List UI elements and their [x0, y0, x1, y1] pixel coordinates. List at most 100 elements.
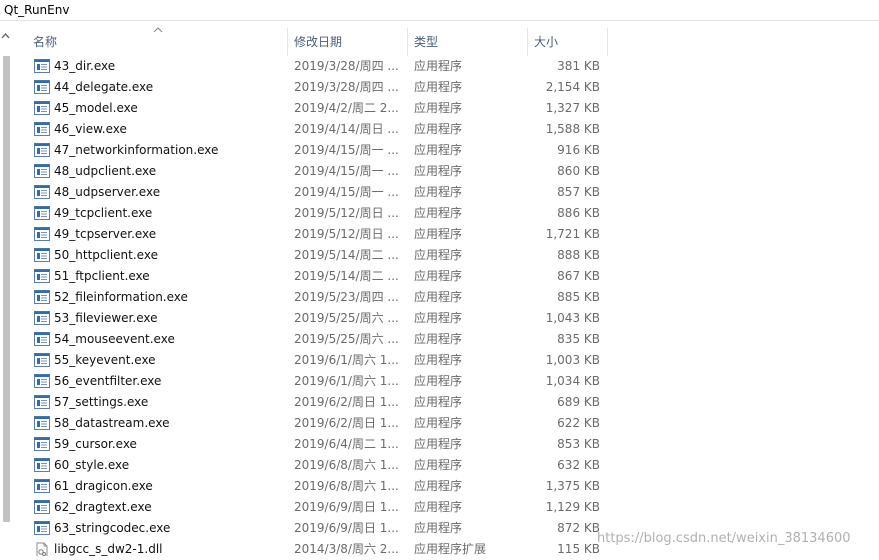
file-row[interactable]: 59_cursor.exe 2019/6/4/周二 1... 应用程序 853 KB [13, 434, 879, 455]
file-modified-date: 2019/6/2/周日 1... [294, 395, 399, 409]
file-row[interactable]: 49_tcpserver.exe 2019/5/12/周日 ... 应用程序 1,72… [13, 224, 879, 245]
file-name: 50_httpclient.exe [54, 248, 158, 262]
file-row[interactable]: 53_fileviewer.exe 2019/5/25/周六 ... 应用程序 1,0… [13, 308, 879, 329]
exe-icon [34, 353, 50, 367]
file-row[interactable]: 55_keyevent.exe 2019/6/1/周六 1... 应用程序 1,003… [13, 350, 879, 371]
file-type: 应用程序 [414, 521, 463, 535]
file-name: 55_keyevent.exe [54, 353, 156, 367]
file-modified-date: 2019/5/25/周六 ... [294, 311, 399, 325]
exe-icon [34, 416, 50, 430]
exe-icon [34, 248, 50, 262]
file-type: 应用程序 [414, 227, 463, 241]
exe-icon [34, 164, 50, 178]
file-type: 应用程序 [414, 206, 463, 220]
exe-icon [34, 185, 50, 199]
file-row[interactable]: 60_style.exe 2019/6/8/周六 1... 应用程序 632 KB [13, 455, 879, 476]
scrollbar-thumb[interactable] [3, 56, 10, 522]
file-row[interactable]: 48_udpclient.exe 2019/4/15/周一 ... 应用程序 860 … [13, 161, 879, 182]
file-type: 应用程序 [414, 416, 463, 430]
file-modified-date: 2019/3/28/周四 ... [294, 80, 399, 94]
exe-icon [34, 59, 50, 73]
file-row[interactable]: 62_dragtext.exe 2019/6/9/周日 1... 应用程序 1,129… [13, 497, 879, 518]
file-row[interactable]: 44_delegate.exe 2019/3/28/周四 ... 应用程序 2,154… [13, 77, 879, 98]
file-type: 应用程序 [414, 458, 463, 472]
file-name: 53_fileviewer.exe [54, 311, 158, 325]
file-modified-date: 2019/4/15/周一 ... [294, 185, 399, 199]
file-modified-date: 2019/6/9/周日 1... [294, 500, 399, 514]
file-row[interactable]: 52_fileinformation.exe 2019/5/23/周四 ... 应用… [13, 287, 879, 308]
vertical-scrollbar[interactable] [0, 22, 13, 559]
file-size: 1,327 KB [545, 101, 600, 115]
file-modified-date: 2019/5/12/周日 ... [294, 206, 399, 220]
file-size: 1,034 KB [545, 374, 600, 388]
exe-icon [34, 521, 50, 535]
exe-icon [34, 269, 50, 283]
file-type: 应用程序 [414, 185, 463, 199]
exe-icon [34, 80, 50, 94]
file-modified-date: 2019/6/1/周六 1... [294, 374, 399, 388]
file-modified-date: 2014/3/8/周六 2... [294, 542, 399, 556]
file-name: 61_dragicon.exe [54, 479, 153, 493]
file-row[interactable]: 54_mouseevent.exe 2019/5/25/周六 ... 应用程序 835… [13, 329, 879, 350]
file-modified-date: 2019/5/14/周二 ... [294, 269, 399, 283]
file-modified-date: 2019/6/2/周日 1... [294, 416, 399, 430]
file-type: 应用程序 [414, 332, 463, 346]
column-header-date[interactable]: 修改日期 [288, 28, 408, 56]
file-name: 51_ftpclient.exe [54, 269, 150, 283]
file-size: 888 KB [557, 248, 600, 262]
file-row[interactable]: 48_udpserver.exe 2019/4/15/周一 ... 应用程序 857 … [13, 182, 879, 203]
file-modified-date: 2019/3/28/周四 ... [294, 59, 399, 73]
exe-icon [34, 458, 50, 472]
file-row[interactable]: 49_tcpclient.exe 2019/5/12/周日 ... 应用程序 886 … [13, 203, 879, 224]
file-type: 应用程序 [414, 374, 463, 388]
exe-icon [34, 311, 50, 325]
file-modified-date: 2019/6/4/周二 1... [294, 437, 399, 451]
exe-icon [34, 479, 50, 493]
file-row[interactable]: 51_ftpclient.exe 2019/5/14/周二 ... 应用程序 867 … [13, 266, 879, 287]
scroll-up-arrow-icon[interactable] [1, 32, 10, 39]
file-name: 46_view.exe [54, 122, 127, 136]
file-size: 916 KB [557, 143, 600, 157]
file-row[interactable]: 56_eventfilter.exe 2019/6/1/周六 1... 应用程序 1,… [13, 371, 879, 392]
file-size: 1,721 KB [545, 227, 600, 241]
file-name: 63_stringcodec.exe [54, 521, 171, 535]
window-title: Qt_RunEnv [4, 3, 70, 17]
exe-icon [34, 500, 50, 514]
file-type: 应用程序 [414, 164, 463, 178]
file-size: 867 KB [557, 269, 600, 283]
file-row[interactable]: 46_view.exe 2019/4/14/周日 ... 应用程序 1,588 KB [13, 119, 879, 140]
file-size: 835 KB [557, 332, 600, 346]
column-header-size[interactable]: 大小 [528, 28, 608, 56]
file-size: 853 KB [557, 437, 600, 451]
file-name: 59_cursor.exe [54, 437, 137, 451]
file-row[interactable]: 61_dragicon.exe 2019/6/8/周六 1... 应用程序 1,375… [13, 476, 879, 497]
file-name: 60_style.exe [54, 458, 130, 472]
exe-icon [34, 374, 50, 388]
file-type: 应用程序 [414, 248, 463, 262]
file-size: 885 KB [557, 290, 600, 304]
exe-icon [34, 437, 50, 451]
file-type: 应用程序 [414, 500, 463, 514]
file-name: 49_tcpserver.exe [54, 227, 157, 241]
exe-icon [34, 143, 50, 157]
file-row[interactable]: 45_model.exe 2019/4/2/周二 2... 应用程序 1,327 KB [13, 98, 879, 119]
file-size: 381 KB [557, 59, 600, 73]
file-type: 应用程序 [414, 395, 463, 409]
file-modified-date: 2019/5/12/周日 ... [294, 227, 399, 241]
file-size: 1,043 KB [545, 311, 600, 325]
file-row[interactable]: 47_networkinformation.exe 2019/4/15/周一 ..… [13, 140, 879, 161]
file-type: 应用程序扩展 [414, 542, 487, 556]
file-type: 应用程序 [414, 59, 463, 73]
file-size: 857 KB [557, 185, 600, 199]
file-row[interactable]: 50_httpclient.exe 2019/5/14/周二 ... 应用程序 888… [13, 245, 879, 266]
file-modified-date: 2019/6/8/周六 1... [294, 458, 399, 472]
column-header-name[interactable]: 名称 [13, 28, 288, 56]
file-type: 应用程序 [414, 479, 463, 493]
column-header-type[interactable]: 类型 [408, 28, 528, 56]
exe-icon [34, 122, 50, 136]
file-row[interactable]: 58_datastream.exe 2019/6/2/周日 1... 应用程序 622… [13, 413, 879, 434]
file-row[interactable]: 57_settings.exe 2019/6/2/周日 1... 应用程序 689 K… [13, 392, 879, 413]
file-type: 应用程序 [414, 101, 463, 115]
file-row[interactable]: 43_dir.exe 2019/3/28/周四 ... 应用程序 381 KB [13, 56, 879, 77]
exe-icon [34, 395, 50, 409]
